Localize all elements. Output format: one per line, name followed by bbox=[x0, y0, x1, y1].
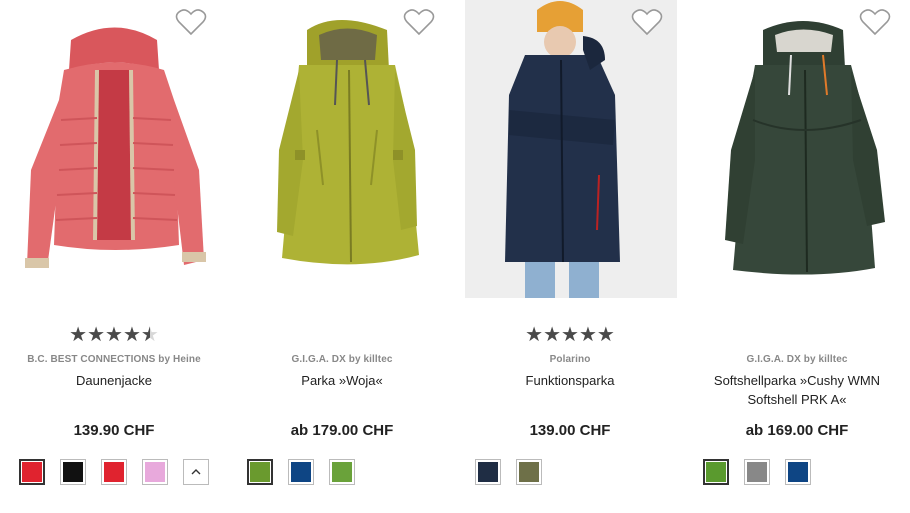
wishlist-heart-icon[interactable] bbox=[175, 8, 207, 36]
product-image[interactable] bbox=[465, 0, 677, 298]
color-swatches bbox=[456, 459, 684, 489]
product-card[interactable]: G.I.G.A. DX by killtec Parka »Woja« ab 1… bbox=[228, 0, 456, 513]
product-card[interactable]: ★★★★★ ★★★★★ Polarino Funktionsparka 139.… bbox=[456, 0, 684, 513]
color-swatch[interactable] bbox=[60, 459, 86, 485]
product-image[interactable] bbox=[693, 0, 905, 298]
product-title[interactable]: Daunenjacke bbox=[10, 371, 218, 390]
color-swatch[interactable] bbox=[101, 459, 127, 485]
star-rating: ★★★★★ ★★★★★ bbox=[456, 322, 684, 346]
product-image[interactable] bbox=[237, 0, 449, 298]
color-swatch[interactable] bbox=[475, 459, 501, 485]
product-brand: Polarino bbox=[549, 354, 591, 365]
color-swatch[interactable] bbox=[142, 459, 168, 485]
product-brand: B.C. BEST CONNECTIONS by Heine bbox=[27, 354, 201, 365]
product-card[interactable]: ★★★★★ ★★★★★ B.C. BEST CONNECTIONS by Hei… bbox=[0, 0, 228, 513]
product-brand: G.I.G.A. DX by killtec bbox=[291, 354, 393, 365]
color-swatches bbox=[0, 459, 228, 489]
wishlist-heart-icon[interactable] bbox=[859, 8, 891, 36]
product-title-line: Funktionsparka bbox=[525, 373, 615, 388]
navy-parka-model-image bbox=[505, 1, 620, 298]
rating-stars: ★★★★★ ★★★★★ bbox=[69, 322, 159, 346]
color-swatch[interactable] bbox=[288, 459, 314, 485]
product-title[interactable]: Softshellparka »Cushy WMN Softshell PRK … bbox=[694, 371, 900, 409]
product-title[interactable]: Parka »Woja« bbox=[238, 371, 446, 390]
product-title-line: Parka »Woja« bbox=[301, 373, 383, 388]
product-price: ab 179.00 CHF bbox=[290, 422, 394, 439]
lime-parka-image bbox=[277, 20, 419, 265]
color-swatch[interactable] bbox=[19, 459, 45, 485]
product-image[interactable] bbox=[9, 0, 221, 298]
product-grid: ★★★★★ ★★★★★ B.C. BEST CONNECTIONS by Hei… bbox=[0, 0, 910, 513]
wishlist-heart-icon[interactable] bbox=[631, 8, 663, 36]
color-swatches bbox=[228, 459, 456, 489]
product-title-line: Daunenjacke bbox=[76, 373, 152, 388]
product-title-line: Softshellparka »Cushy WMN bbox=[713, 373, 881, 388]
rating-stars: ★★★★★ ★★★★★ bbox=[525, 322, 615, 346]
more-colors-button[interactable] bbox=[183, 459, 209, 485]
color-swatches bbox=[684, 459, 910, 489]
color-swatch[interactable] bbox=[744, 459, 770, 485]
color-swatch[interactable] bbox=[247, 459, 273, 485]
product-price: ab 169.00 CHF bbox=[745, 422, 849, 439]
color-swatch[interactable] bbox=[703, 459, 729, 485]
star-rating: ★★★★★ ★★★★★ bbox=[0, 322, 228, 346]
dark-green-softshell-parka-image bbox=[725, 21, 885, 275]
color-swatch[interactable] bbox=[785, 459, 811, 485]
chevron-up-icon bbox=[191, 465, 201, 479]
product-price: 139.00 CHF bbox=[529, 422, 611, 439]
product-title-line: Softshell PRK A« bbox=[747, 392, 847, 407]
wishlist-heart-icon[interactable] bbox=[403, 8, 435, 36]
product-brand: G.I.G.A. DX by killtec bbox=[746, 354, 848, 365]
product-price: 139.90 CHF bbox=[73, 422, 155, 439]
color-swatch[interactable] bbox=[329, 459, 355, 485]
product-card[interactable]: G.I.G.A. DX by killtec Softshellparka »C… bbox=[684, 0, 910, 513]
color-swatch[interactable] bbox=[516, 459, 542, 485]
pink-down-jacket-image bbox=[25, 27, 206, 268]
product-title[interactable]: Funktionsparka bbox=[466, 371, 674, 390]
